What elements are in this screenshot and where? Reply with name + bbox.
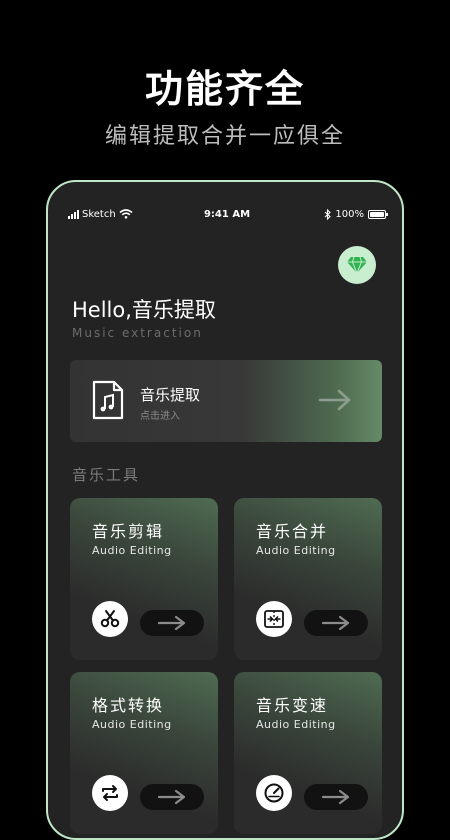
tool-card-audio-cut[interactable]: 音乐剪辑 Audio Editing: [70, 498, 218, 660]
card-title: 音乐合并: [256, 522, 329, 541]
greeting-subtitle: Music extraction: [72, 326, 203, 340]
speed-icon: [256, 775, 292, 811]
tool-card-audio-merge[interactable]: 音乐合并 Audio Editing: [234, 498, 382, 660]
music-extract-banner[interactable]: 音乐提取 点击进入: [70, 360, 382, 442]
arrow-right-icon: [321, 615, 350, 631]
promo-subheadline: 编辑提取合并一应俱全: [104, 124, 345, 149]
card-go-button[interactable]: [304, 610, 368, 636]
card-go-button[interactable]: [140, 610, 204, 636]
arrow-right-icon: [318, 389, 351, 411]
status-bar: Sketch 9:41 AM 100%: [68, 206, 388, 222]
card-title: 音乐变速: [256, 696, 329, 715]
vip-diamond-button[interactable]: [338, 246, 376, 284]
music-file-icon: [92, 380, 124, 420]
banner-hint: 点击进入: [140, 411, 180, 422]
promo-headline: 功能齐全: [144, 67, 305, 111]
card-subtitle: Audio Editing: [256, 544, 336, 557]
arrow-right-icon: [321, 789, 350, 805]
bluetooth-icon: [325, 208, 332, 220]
card-title: 音乐剪辑: [92, 522, 165, 541]
card-subtitle: Audio Editing: [256, 718, 336, 731]
merge-icon: [256, 601, 292, 637]
battery-icon: [368, 209, 388, 219]
status-time: 9:41 AM: [203, 208, 251, 220]
signal-icon: [68, 209, 79, 219]
wifi-icon: [119, 209, 133, 219]
card-go-button[interactable]: [304, 784, 368, 810]
carrier-label: Sketch: [82, 208, 116, 220]
scissors-icon: [92, 601, 128, 637]
greeting-title: Hello,音乐提取: [72, 298, 216, 322]
tool-card-speed-change[interactable]: 音乐变速 Audio Editing: [234, 672, 382, 834]
tool-card-format-convert[interactable]: 格式转换 Audio Editing: [70, 672, 218, 834]
card-go-button[interactable]: [140, 784, 204, 810]
diamond-icon: [347, 256, 367, 275]
card-subtitle: Audio Editing: [92, 718, 172, 731]
banner-title: 音乐提取: [140, 386, 201, 404]
tools-section-title: 音乐工具: [72, 466, 141, 484]
phone-screen: Sketch 9:41 AM 100% Hello,音乐提取 Music ext…: [46, 180, 404, 840]
arrow-right-icon: [157, 789, 186, 805]
arrow-right-icon: [157, 615, 186, 631]
convert-icon: [92, 775, 128, 811]
battery-percent: 100%: [335, 208, 364, 220]
card-title: 格式转换: [92, 696, 165, 715]
card-subtitle: Audio Editing: [92, 544, 172, 557]
